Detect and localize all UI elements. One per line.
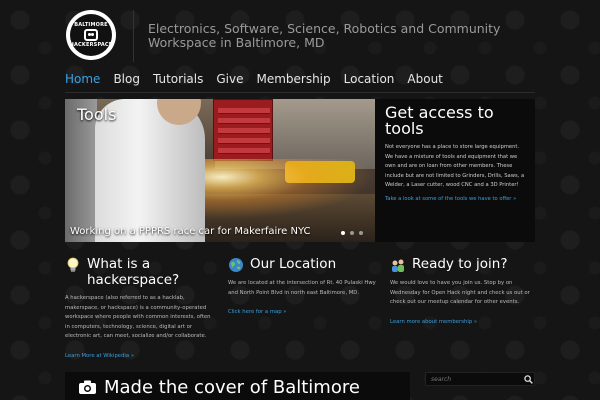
site-logo[interactable]: BALTIMORE HACKERSPACE xyxy=(66,10,116,60)
nav-item-blog[interactable]: Blog xyxy=(113,71,140,87)
slide-photo-toolbox xyxy=(213,99,273,161)
nav-item-home[interactable]: Home xyxy=(65,71,100,87)
column-link[interactable]: Click here for a map » xyxy=(228,309,287,315)
nav-item-tutorials[interactable]: Tutorials xyxy=(153,71,203,87)
feature-link[interactable]: Take a look at some of the tools we have… xyxy=(385,195,525,203)
nav-item-give[interactable]: Give xyxy=(216,71,243,87)
header-divider xyxy=(133,10,134,62)
globe-icon xyxy=(229,258,243,272)
feature-panel: Get access to tools Not everyone has a p… xyxy=(375,99,535,242)
slide-dot[interactable] xyxy=(359,231,363,235)
nav-item-membership[interactable]: Membership xyxy=(256,71,330,87)
logo-bottom-text: HACKERSPACE xyxy=(69,42,113,48)
column-hackerspace: What is a hackerspace? A hackerspace (al… xyxy=(65,256,215,362)
slide-title: Tools xyxy=(77,105,117,124)
lightbulb-icon xyxy=(67,257,79,272)
robot-icon xyxy=(84,29,98,41)
search-icon[interactable] xyxy=(524,374,533,384)
column-body: We would love to have you join us. Stop … xyxy=(390,280,530,306)
column-location: Our Location We are located at the inter… xyxy=(228,256,378,318)
slide-pagination xyxy=(341,231,363,235)
column-title: What is a hackerspace? xyxy=(87,256,180,288)
hero-slider[interactable]: Tools Working on a PPPRS race car for Ma… xyxy=(65,99,375,242)
main-nav: Home Blog Tutorials Give Membership Loca… xyxy=(65,71,535,87)
logo-top-text: BALTIMORE xyxy=(74,22,108,28)
slide-photo-sparks xyxy=(205,159,375,219)
nav-item-location[interactable]: Location xyxy=(344,71,395,87)
search-box xyxy=(425,372,535,386)
column-body: We are located at the intersection of Rt… xyxy=(228,280,376,296)
cover-title: Made the cover of Baltimore xyxy=(104,376,360,398)
column-title: Our Location xyxy=(250,256,337,272)
column-join: Ready to join? We would love to have you… xyxy=(390,256,540,327)
logo-emblem: BALTIMORE HACKERSPACE xyxy=(70,14,112,56)
search-input[interactable] xyxy=(431,375,516,383)
camera-icon xyxy=(79,380,96,394)
feature-title: Get access to tools xyxy=(385,103,494,138)
slide-dot[interactable] xyxy=(350,231,354,235)
column-body: A hackerspace (also referred to as a hac… xyxy=(65,295,211,340)
slide-dot[interactable] xyxy=(341,231,345,235)
column-link[interactable]: Learn more about membership » xyxy=(390,319,477,325)
feature-body: Not everyone has a place to store large … xyxy=(385,144,525,188)
nav-divider xyxy=(65,92,535,93)
nav-item-about[interactable]: About xyxy=(407,71,442,87)
column-title: Ready to join? xyxy=(412,256,508,272)
cover-section: Made the cover of Baltimore xyxy=(65,372,410,400)
column-link[interactable]: Learn More at Wikipedia » xyxy=(65,353,134,359)
slide-caption: Working on a PPPRS race car for Makerfai… xyxy=(70,226,311,237)
people-icon xyxy=(392,259,404,272)
site-tagline: Electronics, Software, Science, Robotics… xyxy=(148,21,501,50)
